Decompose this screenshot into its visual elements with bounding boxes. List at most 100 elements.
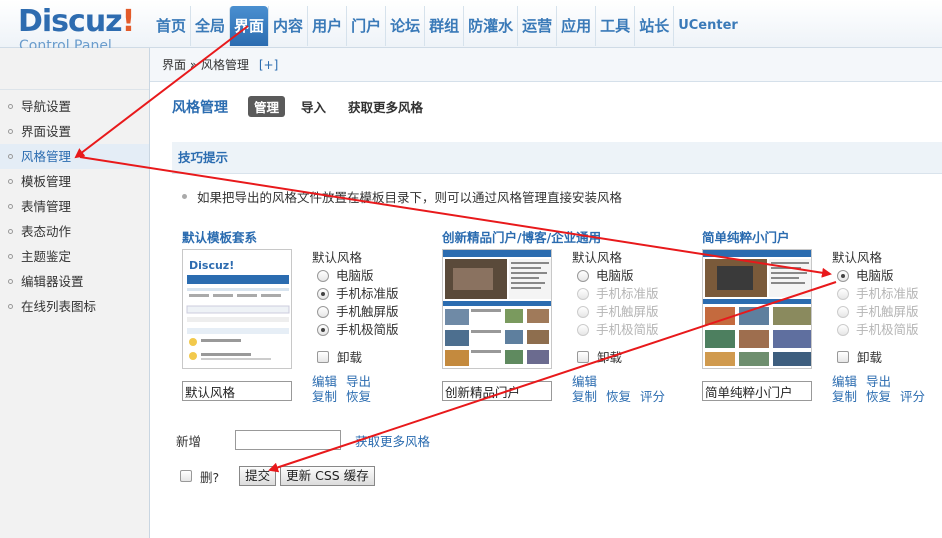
nav-tab-5[interactable]: 门户 [346, 6, 385, 46]
sidebar-item-4[interactable]: 表情管理 [0, 194, 149, 219]
tab-manage[interactable]: 管理 [248, 96, 286, 117]
sidebar-item-label: 表态动作 [21, 224, 72, 239]
option-pc[interactable]: 电脑版 [572, 267, 659, 285]
sidebar-item-1[interactable]: 界面设置 [0, 119, 149, 144]
radio-mobile-standard[interactable] [317, 288, 329, 300]
rate-link[interactable]: 评分 [640, 389, 665, 404]
radio-mobile-simple[interactable] [317, 324, 329, 336]
sidebar-item-7[interactable]: 编辑器设置 [0, 269, 149, 294]
nav-tab-10[interactable]: 应用 [556, 6, 595, 46]
style-name[interactable]: 创新精品门户/博客/企业通用 [442, 227, 601, 246]
nav-tab-1[interactable]: 全局 [190, 6, 229, 46]
style-card-innovative: 创新精品门户/博客/企业通用 默认风格 电脑版 手机标准版 手机触屏版 手机极简… [442, 227, 702, 407]
nav-tab-8[interactable]: 防灌水 [463, 6, 517, 46]
copy-link[interactable]: 复制 [572, 389, 597, 404]
nav-tab-7[interactable]: 群组 [424, 6, 463, 46]
option-mobile-simple: 手机极简版 [832, 321, 919, 339]
option-mobile-touch: 手机触屏版 [832, 303, 919, 321]
edit-link[interactable]: 编辑 [832, 374, 857, 389]
sidebar-item-label: 风格管理 [21, 149, 72, 164]
copy-link[interactable]: 复制 [312, 389, 337, 404]
nav-tab-3[interactable]: 内容 [268, 6, 307, 46]
breadcrumb-root[interactable]: 界面 [162, 58, 186, 72]
sidebar-item-label: 导航设置 [21, 99, 72, 114]
style-thumbnail[interactable] [702, 249, 812, 369]
option-mobile-simple[interactable]: 手机极简版 [312, 321, 399, 339]
style-name-input[interactable] [182, 381, 292, 401]
edit-link[interactable]: 编辑 [572, 374, 597, 389]
new-style-input[interactable] [235, 430, 342, 450]
style-name[interactable]: 简单纯粹小门户 [702, 227, 790, 246]
export-link[interactable]: 导出 [346, 374, 371, 389]
sidebar-item-label: 界面设置 [21, 124, 72, 139]
nav-tab-0[interactable]: 首页 [152, 6, 190, 46]
sidebar: 导航设置界面设置风格管理模板管理 表情管理表态动作主题鉴定 编辑器设置 在线列表图标 [0, 48, 150, 538]
sidebar-item-6[interactable]: 主题鉴定 [0, 244, 149, 269]
restore-link[interactable]: 恢复 [346, 389, 371, 404]
nav-tab-4[interactable]: 用户 [307, 6, 346, 46]
delete-label: 删? [200, 469, 220, 485]
style-options: 默认风格 电脑版 手机标准版 手机触屏版 手机极简版 卸载 [572, 249, 659, 366]
radio-mobile-touch [577, 306, 589, 318]
radio-pc[interactable] [837, 270, 849, 282]
option-mobile-simple: 手机极简版 [572, 321, 659, 339]
tip-item: 如果把导出的风格文件放置在模板目录下，则可以通过风格管理直接安装风格 [182, 187, 622, 206]
radio-pc[interactable] [317, 270, 329, 282]
sidebar-item-8[interactable]: 在线列表图标 [0, 294, 149, 319]
uninstall-option[interactable]: 卸载 [572, 347, 659, 366]
nav-tab-11[interactable]: 工具 [595, 6, 634, 46]
style-links: 编辑 导出 复制 恢复 评分 [832, 374, 934, 404]
export-link[interactable]: 导出 [866, 374, 891, 389]
style-name[interactable]: 默认模板套系 [182, 227, 257, 246]
sidebar-item-3[interactable]: 模板管理 [0, 169, 149, 194]
restore-link[interactable]: 恢复 [606, 389, 631, 404]
uninstall-checkbox[interactable] [577, 350, 589, 363]
nav-tab-6[interactable]: 论坛 [385, 6, 424, 46]
radio-mobile-touch[interactable] [317, 306, 329, 318]
uninstall-option[interactable]: 卸载 [312, 347, 399, 366]
rate-link[interactable]: 评分 [900, 389, 925, 404]
style-name-input[interactable] [702, 381, 812, 401]
radio-pc[interactable] [577, 270, 589, 282]
bullet-icon [8, 279, 13, 284]
style-name-input[interactable] [442, 381, 552, 401]
tip-text: 如果把导出的风格文件放置在模板目录下，则可以通过风格管理直接安装风格 [197, 190, 623, 205]
nav-tab-9[interactable]: 运营 [517, 6, 556, 46]
option-mobile-standard[interactable]: 手机标准版 [312, 285, 399, 303]
get-more-styles-link[interactable]: 获取更多风格 [355, 431, 430, 450]
sidebar-item-5[interactable]: 表态动作 [0, 219, 149, 244]
sidebar-item-2[interactable]: 风格管理 [0, 144, 149, 169]
copy-link[interactable]: 复制 [832, 389, 857, 404]
main-content: 风格管理 管理 导入 获取更多风格 技巧提示 如果把导出的风格文件放置在模板目录… [150, 82, 942, 538]
restore-link[interactable]: 恢复 [866, 389, 891, 404]
nav-tab-13[interactable]: UCenter [673, 6, 742, 46]
uninstall-option[interactable]: 卸载 [832, 347, 919, 366]
option-mobile-touch[interactable]: 手机触屏版 [312, 303, 399, 321]
update-css-cache-button[interactable]: 更新 CSS 缓存 [280, 466, 375, 486]
uninstall-checkbox[interactable] [837, 350, 849, 363]
tab-import[interactable]: 导入 [295, 96, 332, 117]
style-thumbnail[interactable] [442, 249, 552, 369]
option-pc[interactable]: 电脑版 [832, 267, 919, 285]
option-pc[interactable]: 电脑版 [312, 267, 399, 285]
bullet-icon [8, 154, 13, 159]
tab-get-more-styles[interactable]: 获取更多风格 [342, 96, 429, 117]
submit-button[interactable]: 提交 [239, 466, 277, 486]
bullet-icon [8, 129, 13, 134]
style-options: 默认风格 电脑版 手机标准版 手机触屏版 手机极简版 卸载 [832, 249, 919, 366]
uninstall-checkbox[interactable] [317, 350, 329, 363]
style-thumbnail[interactable]: Discuz! [182, 249, 292, 369]
radio-mobile-simple [577, 324, 589, 336]
delete-checkbox[interactable] [180, 470, 192, 482]
thumbnail-image [443, 250, 551, 368]
nav-tab-2[interactable]: 界面 [229, 6, 269, 46]
logo[interactable]: Discuz! Control Panel [18, 6, 135, 55]
sidebar-item-0[interactable]: 导航设置 [0, 94, 149, 119]
edit-link[interactable]: 编辑 [312, 374, 337, 389]
nav-tab-12[interactable]: 站长 [634, 6, 673, 46]
style-card-default: 默认模板套系 Discuz! 默认风格 电脑版 手机标准版 手机触屏版 手机极简… [182, 227, 442, 407]
action-row: 删? 提交 更新 CSS 缓存 [180, 466, 379, 486]
bullet-icon [8, 104, 13, 109]
top-nav: 首页 全局 界面 内容 用户 门户 论坛 群组 防灌水 运营 应用 工具 站长 UCenter [152, 6, 742, 48]
add-shortcut-link[interactable]: [+] [259, 58, 278, 72]
